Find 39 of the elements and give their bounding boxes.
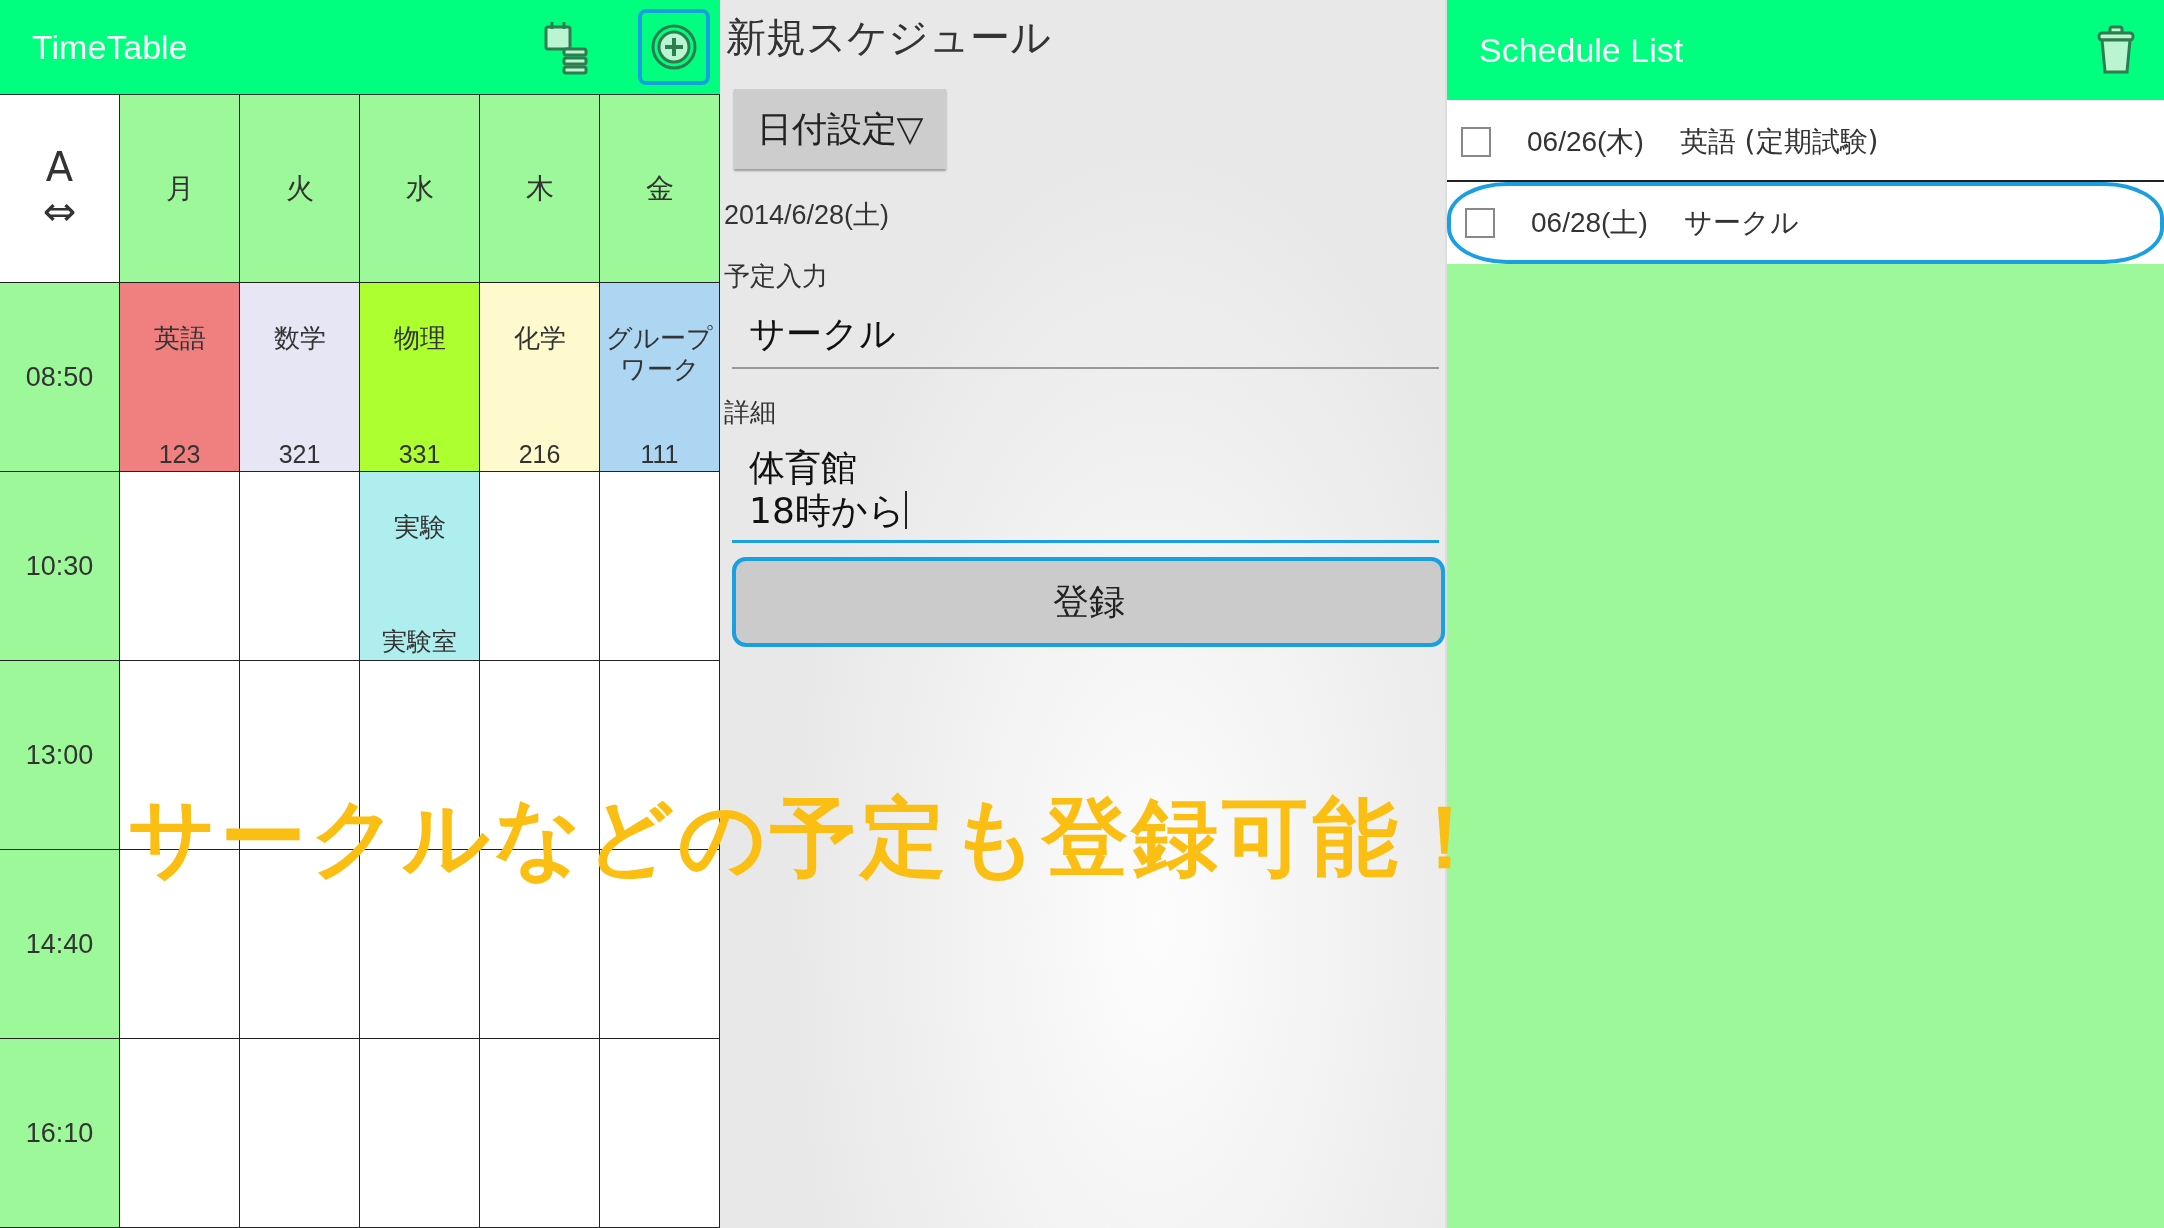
lesson-cell[interactable]: 実験 実験室 <box>360 472 480 661</box>
schedule-row[interactable]: 06/28(土) サークル <box>1447 182 2164 264</box>
field-label: 詳細 <box>724 396 776 429</box>
lesson-cell[interactable]: 英語 123 <box>120 283 240 472</box>
app-title: Schedule List <box>1479 30 1684 70</box>
selected-date: 2014/6/28(土) <box>724 199 890 232</box>
plan-input-field[interactable]: サークル <box>732 304 1439 369</box>
period-time: 13:00 <box>0 661 120 850</box>
detail-input-field[interactable]: 体育館 18時から <box>732 440 1439 544</box>
period-time: 08:50 <box>0 283 120 472</box>
form-title: 新規スケジュール <box>726 13 1051 62</box>
app-title: TimeTable <box>32 27 188 67</box>
checkbox[interactable] <box>1465 208 1495 238</box>
lesson-cell[interactable]: 物理 331 <box>360 283 480 472</box>
schedule-row[interactable]: 06/26(木) 英語 (定期試験) <box>1447 100 2164 182</box>
day-header: 木 <box>480 95 600 283</box>
day-header: 金 <box>600 95 720 283</box>
schedule-title: サークル <box>1683 205 1799 241</box>
calendar-list-icon[interactable] <box>542 19 590 75</box>
period-time: 16:10 <box>0 1039 120 1228</box>
lesson-cell[interactable]: 数学 321 <box>240 283 360 472</box>
plus-circle-icon <box>649 22 699 72</box>
day-header: 水 <box>360 95 480 283</box>
date-button[interactable]: 日付設定▽ <box>734 89 946 169</box>
period-time: 10:30 <box>0 472 120 661</box>
lesson-cell[interactable]: グループワーク 111 <box>600 283 720 472</box>
lesson-cell[interactable]: 化学 216 <box>480 283 600 472</box>
day-header: 月 <box>120 95 240 283</box>
schedule-date: 06/28(土) <box>1531 206 1648 240</box>
schedule-date: 06/26(木) <box>1527 124 1644 159</box>
trash-icon[interactable] <box>2096 25 2136 75</box>
checkbox[interactable] <box>1461 126 1491 157</box>
period-time: 14:40 <box>0 850 120 1039</box>
register-button[interactable]: 登録 <box>732 557 1445 648</box>
day-header: 火 <box>240 95 360 283</box>
field-label: 予定入力 <box>724 260 828 293</box>
text-size-toggle[interactable]: A ⇔ <box>0 95 120 283</box>
schedule-title: 英語 (定期試験) <box>1679 123 1879 160</box>
add-button[interactable] <box>638 9 710 85</box>
